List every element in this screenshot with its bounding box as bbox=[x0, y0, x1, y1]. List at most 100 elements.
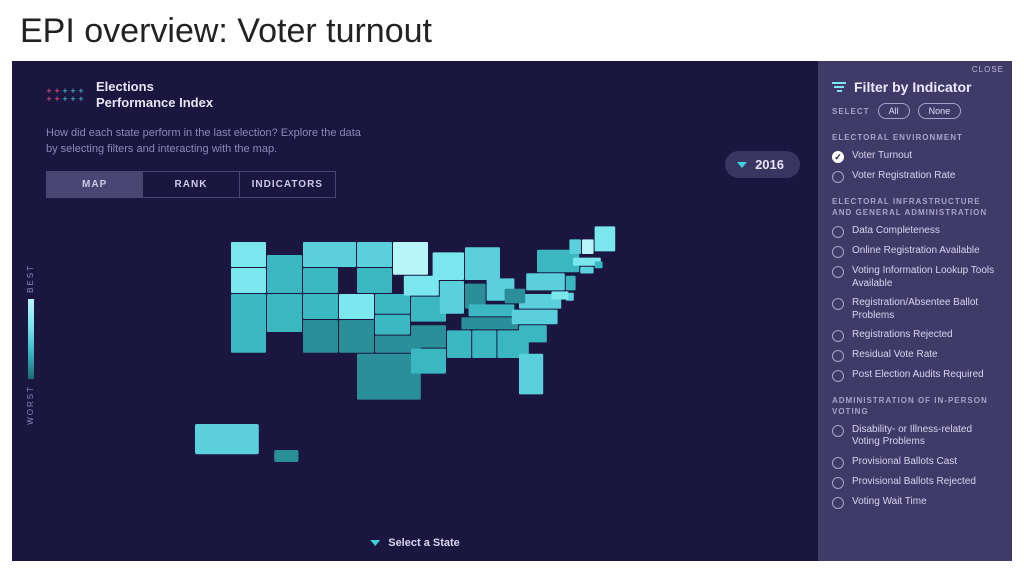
state-tn[interactable] bbox=[461, 317, 518, 329]
state-wv[interactable] bbox=[505, 289, 526, 304]
year-selector[interactable]: 2016 bbox=[725, 151, 800, 178]
radio-icon bbox=[832, 171, 844, 183]
state-nj[interactable] bbox=[566, 276, 576, 291]
state-mn[interactable] bbox=[393, 242, 428, 275]
tab-indicators[interactable]: INDICATORS bbox=[239, 172, 335, 197]
indicator-label: Voter Turnout bbox=[852, 150, 912, 163]
close-button[interactable]: CLOSE bbox=[972, 65, 1004, 74]
state-or[interactable] bbox=[231, 268, 266, 293]
state-sd[interactable] bbox=[357, 268, 392, 293]
intro-text: How did each state perform in the last e… bbox=[46, 126, 366, 157]
state-ca[interactable] bbox=[231, 294, 266, 353]
indicator-section-label: ELECTORAL ENVIRONMENT bbox=[832, 133, 998, 143]
radio-icon bbox=[832, 266, 844, 278]
caret-down-icon bbox=[370, 540, 380, 546]
state-la[interactable] bbox=[411, 349, 446, 374]
indicator-option[interactable]: Disability- or Illness-related Voting Pr… bbox=[832, 424, 998, 449]
indicator-label: Post Election Audits Required bbox=[852, 369, 984, 382]
state-ct[interactable] bbox=[580, 267, 593, 274]
radio-icon bbox=[832, 425, 844, 437]
state-pa[interactable] bbox=[526, 273, 565, 290]
state-wi[interactable] bbox=[433, 252, 464, 280]
map-area bbox=[46, 206, 794, 506]
indicator-label: Provisional Ballots Rejected bbox=[852, 476, 976, 489]
state-md[interactable] bbox=[551, 291, 568, 299]
state-ri[interactable] bbox=[595, 261, 603, 268]
radio-icon bbox=[832, 457, 844, 469]
select-state-dropdown[interactable]: Select a State bbox=[370, 537, 460, 549]
state-wa[interactable] bbox=[231, 242, 266, 267]
state-nm[interactable] bbox=[339, 320, 374, 353]
filter-sidebar: CLOSE Filter by Indicator SELECT All Non… bbox=[818, 61, 1012, 561]
indicator-option[interactable]: Voting Information Lookup Tools Availabl… bbox=[832, 265, 998, 290]
indicator-label: Voter Registration Rate bbox=[852, 170, 955, 183]
state-il[interactable] bbox=[440, 281, 464, 314]
indicator-section-label: ELECTORAL INFRASTRUCTURE AND GENERAL ADM… bbox=[832, 197, 998, 218]
state-az[interactable] bbox=[303, 320, 338, 353]
radio-icon bbox=[832, 370, 844, 382]
slide-title: EPI overview: Voter turnout bbox=[0, 0, 1024, 61]
state-ky[interactable] bbox=[469, 304, 515, 316]
brand-plus-grid-icon: +++++ +++++ bbox=[46, 88, 84, 102]
state-al[interactable] bbox=[472, 330, 496, 358]
state-hi[interactable] bbox=[274, 450, 298, 462]
filter-icon bbox=[832, 82, 846, 92]
legend-worst: WORST bbox=[26, 385, 35, 425]
state-mt[interactable] bbox=[303, 242, 356, 267]
brand-line2: Performance Index bbox=[96, 95, 213, 111]
state-nc[interactable] bbox=[512, 310, 558, 325]
year-value: 2016 bbox=[755, 157, 784, 172]
indicator-option[interactable]: Residual Vote Rate bbox=[832, 349, 998, 362]
indicator-option[interactable]: Voter Registration Rate bbox=[832, 170, 998, 183]
view-tabs: MAP RANK INDICATORS bbox=[46, 171, 336, 198]
indicator-option[interactable]: Voter Turnout bbox=[832, 150, 998, 163]
radio-icon bbox=[832, 246, 844, 258]
indicator-option[interactable]: Voting Wait Time bbox=[832, 496, 998, 509]
filter-title: Filter by Indicator bbox=[854, 79, 971, 95]
state-wy[interactable] bbox=[303, 268, 338, 293]
brand-title: Elections Performance Index bbox=[96, 79, 213, 110]
indicator-label: Voting Information Lookup Tools Availabl… bbox=[852, 265, 998, 290]
indicator-label: Data Completeness bbox=[852, 225, 940, 238]
indicator-option[interactable]: Online Registration Available bbox=[832, 245, 998, 258]
us-choropleth-map[interactable] bbox=[140, 206, 700, 506]
radio-icon bbox=[832, 497, 844, 509]
app-container: +++++ +++++ Elections Performance Index … bbox=[12, 61, 1012, 561]
brand-row: +++++ +++++ Elections Performance Index bbox=[46, 79, 794, 110]
state-nh[interactable] bbox=[582, 239, 594, 254]
indicator-option[interactable]: Provisional Ballots Cast bbox=[832, 456, 998, 469]
radio-icon bbox=[832, 350, 844, 362]
tab-map[interactable]: MAP bbox=[47, 172, 142, 197]
indicator-section-label: ADMINISTRATION OF IN-PERSON VOTING bbox=[832, 396, 998, 417]
color-legend: BEST WORST bbox=[26, 258, 35, 431]
state-nv[interactable] bbox=[267, 294, 302, 332]
state-fl[interactable] bbox=[519, 354, 543, 395]
radio-icon bbox=[832, 477, 844, 489]
select-none-button[interactable]: None bbox=[918, 103, 962, 119]
caret-down-icon bbox=[737, 162, 747, 168]
select-all-button[interactable]: All bbox=[878, 103, 910, 119]
indicator-option[interactable]: Provisional Ballots Rejected bbox=[832, 476, 998, 489]
state-vt[interactable] bbox=[569, 239, 581, 254]
state-ak[interactable] bbox=[195, 424, 259, 454]
tab-rank[interactable]: RANK bbox=[142, 172, 238, 197]
legend-best: BEST bbox=[26, 264, 35, 293]
indicator-option[interactable]: Data Completeness bbox=[832, 225, 998, 238]
state-mi[interactable] bbox=[465, 247, 500, 280]
state-co[interactable] bbox=[339, 294, 374, 319]
indicator-option[interactable]: Post Election Audits Required bbox=[832, 369, 998, 382]
indicator-label: Registration/Absentee Ballot Problems bbox=[852, 297, 998, 322]
select-label: SELECT bbox=[832, 107, 870, 116]
state-ut[interactable] bbox=[303, 294, 338, 319]
indicator-label: Provisional Ballots Cast bbox=[852, 456, 957, 469]
state-sc[interactable] bbox=[519, 325, 547, 342]
state-me[interactable] bbox=[595, 226, 616, 251]
state-ar[interactable] bbox=[411, 325, 446, 347]
indicator-option[interactable]: Registration/Absentee Ballot Problems bbox=[832, 297, 998, 322]
state-ks[interactable] bbox=[375, 315, 410, 335]
state-ne[interactable] bbox=[375, 294, 410, 314]
state-nd[interactable] bbox=[357, 242, 392, 267]
state-id[interactable] bbox=[267, 255, 302, 293]
indicator-option[interactable]: Registrations Rejected bbox=[832, 329, 998, 342]
state-ms[interactable] bbox=[447, 330, 471, 358]
